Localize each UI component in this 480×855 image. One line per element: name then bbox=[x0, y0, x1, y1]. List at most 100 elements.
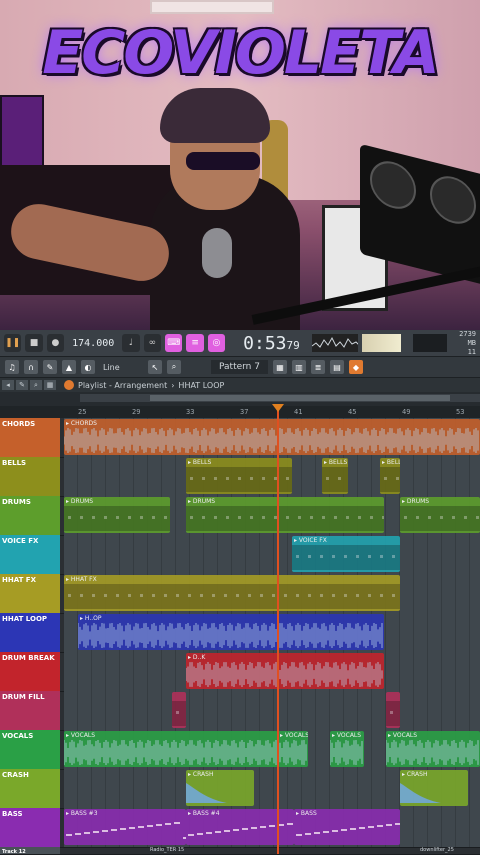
track-lane[interactable]: ▸ H..OP bbox=[64, 613, 480, 652]
track-label[interactable]: CRASH bbox=[0, 769, 60, 808]
playlist-clip[interactable]: ▸ BASS bbox=[294, 809, 400, 845]
scroll-thumb[interactable] bbox=[150, 395, 450, 401]
plugin-icon[interactable]: ◆ bbox=[348, 360, 363, 374]
playlist-icon[interactable]: ▦ bbox=[272, 360, 287, 374]
tempo-display[interactable]: 174.000 bbox=[72, 338, 114, 349]
clip-name: ▸ BELLS bbox=[382, 459, 400, 466]
playlist-breadcrumb: Playlist - Arrangement bbox=[78, 380, 168, 390]
track-lane[interactable]: ▸ CRASH ▸ CRASH bbox=[64, 769, 480, 808]
piano-roll-icon[interactable]: ♫ bbox=[5, 360, 19, 374]
playlist-clip[interactable]: ▸ HHAT FX bbox=[64, 575, 400, 611]
playhead-marker-icon[interactable] bbox=[272, 404, 284, 412]
playlist-clip[interactable]: ▸ DRUMS bbox=[400, 497, 480, 533]
playlist-clip[interactable]: ▸ CRASH bbox=[400, 770, 468, 806]
step-edit-icon[interactable]: ≡ bbox=[186, 334, 204, 352]
metronome-icon[interactable]: ♩ bbox=[122, 334, 140, 352]
jog-wheel-icon bbox=[430, 171, 476, 229]
clip-name: ▸ H..OP bbox=[80, 615, 102, 622]
track-lane[interactable]: ▸ BELLS ▸ BELLS ▸ BELLS bbox=[64, 457, 480, 496]
track-row: BASS ▸ BASS #3 ▸ BASS #4 ▸ BASS bbox=[0, 808, 480, 848]
clip-name: ▸ DRUMS bbox=[66, 498, 94, 505]
track-lane[interactable]: ▸ DRUMS ▸ DRUMS ▸ DRUMS bbox=[64, 496, 480, 535]
playlist-clip[interactable]: ▸ BELLS bbox=[380, 458, 400, 494]
playlist-clip[interactable]: ▸ VOCALS bbox=[330, 731, 364, 767]
playlist-clip[interactable]: ▸ VOCALS bbox=[64, 731, 278, 767]
track-lane[interactable]: ▸ CHORDS bbox=[64, 418, 480, 457]
clip-content bbox=[186, 779, 254, 804]
track-lane[interactable]: ▸ HHAT FX bbox=[64, 574, 480, 613]
clip-content bbox=[78, 622, 384, 649]
pencil-icon[interactable]: ✎ bbox=[43, 360, 57, 374]
browser-icon[interactable]: ▤ bbox=[329, 360, 344, 374]
track-label[interactable]: Track 12 bbox=[0, 847, 60, 855]
microphone bbox=[202, 228, 232, 278]
speaker-icon[interactable]: ◐ bbox=[81, 360, 95, 374]
track-lane[interactable]: ▸ BASS #3 ▸ BASS #4 ▸ BASS bbox=[64, 808, 480, 847]
cpu-graph bbox=[412, 334, 448, 352]
track-label[interactable]: DRUMS bbox=[0, 496, 60, 535]
playhead[interactable] bbox=[277, 406, 279, 854]
track-label[interactable]: BASS bbox=[0, 808, 60, 847]
track-label[interactable]: DRUM BREAK bbox=[0, 652, 60, 691]
zoom-icon[interactable]: ⌕ bbox=[30, 380, 42, 390]
track-lane[interactable]: ▸ VOICE FX bbox=[64, 535, 480, 574]
ruler-tick-label: 53 bbox=[456, 408, 465, 416]
ruler-tick-label: 25 bbox=[78, 408, 87, 416]
playlist-clip[interactable] bbox=[386, 692, 400, 728]
record-button[interactable]: ● bbox=[46, 334, 65, 352]
playlist-clip[interactable]: ▸ CRASH bbox=[186, 770, 254, 806]
grid-icon[interactable]: ▦ bbox=[44, 380, 56, 390]
playlist-clip[interactable]: ▸ VOCALS bbox=[386, 731, 480, 767]
peak-meter bbox=[362, 334, 401, 352]
clip-content bbox=[64, 739, 278, 766]
track-row: CHORDS ▸ CHORDS bbox=[0, 418, 480, 458]
track-label[interactable]: HHAT FX bbox=[0, 574, 60, 613]
tool-icon[interactable]: ✎ bbox=[16, 380, 28, 390]
clip-name: ▸ CRASH bbox=[188, 771, 214, 778]
loop-icon[interactable]: ∞ bbox=[143, 334, 162, 352]
playlist-current[interactable]: HHAT LOOP bbox=[178, 381, 224, 390]
typing-keyboard-icon[interactable]: ⌨ bbox=[165, 334, 183, 352]
mixer-icon[interactable]: ≣ bbox=[310, 360, 325, 374]
clip-name: ▸ HHAT FX bbox=[66, 576, 97, 583]
pause-button[interactable]: ❚❚ bbox=[4, 334, 22, 352]
blend-notes-icon[interactable]: ◎ bbox=[207, 334, 226, 352]
timeline-ruler[interactable]: 25 29 33 37 41 45 49 53 bbox=[0, 406, 480, 418]
select-icon[interactable]: ↖ bbox=[148, 360, 162, 374]
playlist-clip[interactable]: ▸ DRUMS bbox=[64, 497, 170, 533]
playlist-clip[interactable]: ▸ VOICE FX bbox=[292, 536, 400, 572]
track-label[interactable]: HHAT LOOP bbox=[0, 613, 60, 652]
clip-name: ▸ VOCALS bbox=[388, 732, 418, 739]
snap-select[interactable]: Line bbox=[103, 363, 143, 372]
playlist-clip[interactable]: ▸ H..OP bbox=[78, 614, 384, 650]
left-arrow-icon[interactable]: ◂ bbox=[2, 380, 14, 390]
playlist-clip[interactable]: ▸ DRUMS bbox=[186, 497, 384, 533]
channel-rack-icon[interactable]: ▥ bbox=[291, 360, 306, 374]
magnet-icon[interactable]: ∩ bbox=[24, 360, 38, 374]
clip-content bbox=[386, 701, 400, 726]
track-label[interactable]: VOCALS bbox=[0, 730, 60, 769]
pattern-selector[interactable]: Pattern 7 bbox=[211, 360, 268, 374]
paint-icon[interactable]: ▲ bbox=[62, 360, 76, 374]
stop-button[interactable]: ■ bbox=[25, 334, 43, 352]
track-label[interactable]: VOICE FX bbox=[0, 535, 60, 574]
playlist-clip[interactable]: ▸ CHORDS bbox=[64, 419, 480, 455]
track-lane[interactable]: ▸ VOCALS ▸ VOCALS ▸ VOCALS ▸ VOCALS bbox=[64, 730, 480, 769]
track-label[interactable]: CHORDS bbox=[0, 418, 60, 457]
playlist-clip[interactable]: ▸ BELLS bbox=[322, 458, 348, 494]
clip-content bbox=[292, 545, 400, 570]
monitor bbox=[0, 95, 44, 169]
track-label[interactable]: DRUM FILL bbox=[0, 691, 60, 730]
clip-name: ▸ DRUMS bbox=[188, 498, 216, 505]
playlist-scrollbar[interactable] bbox=[0, 392, 480, 406]
playlist-clip[interactable]: ▸ BASS #3 bbox=[64, 809, 186, 845]
playlist-clip[interactable]: ▸ VOCALS bbox=[278, 731, 308, 767]
track-label[interactable]: BELLS bbox=[0, 457, 60, 496]
track-lane[interactable] bbox=[64, 691, 480, 730]
clip-content bbox=[64, 506, 170, 531]
clip-content bbox=[186, 506, 384, 531]
track-lane[interactable]: ▸ D..K bbox=[64, 652, 480, 691]
playlist-clip[interactable]: ▸ D..K bbox=[186, 653, 384, 689]
playlist-clip[interactable] bbox=[172, 692, 186, 728]
zoom-icon[interactable]: ⌕ bbox=[167, 360, 181, 374]
